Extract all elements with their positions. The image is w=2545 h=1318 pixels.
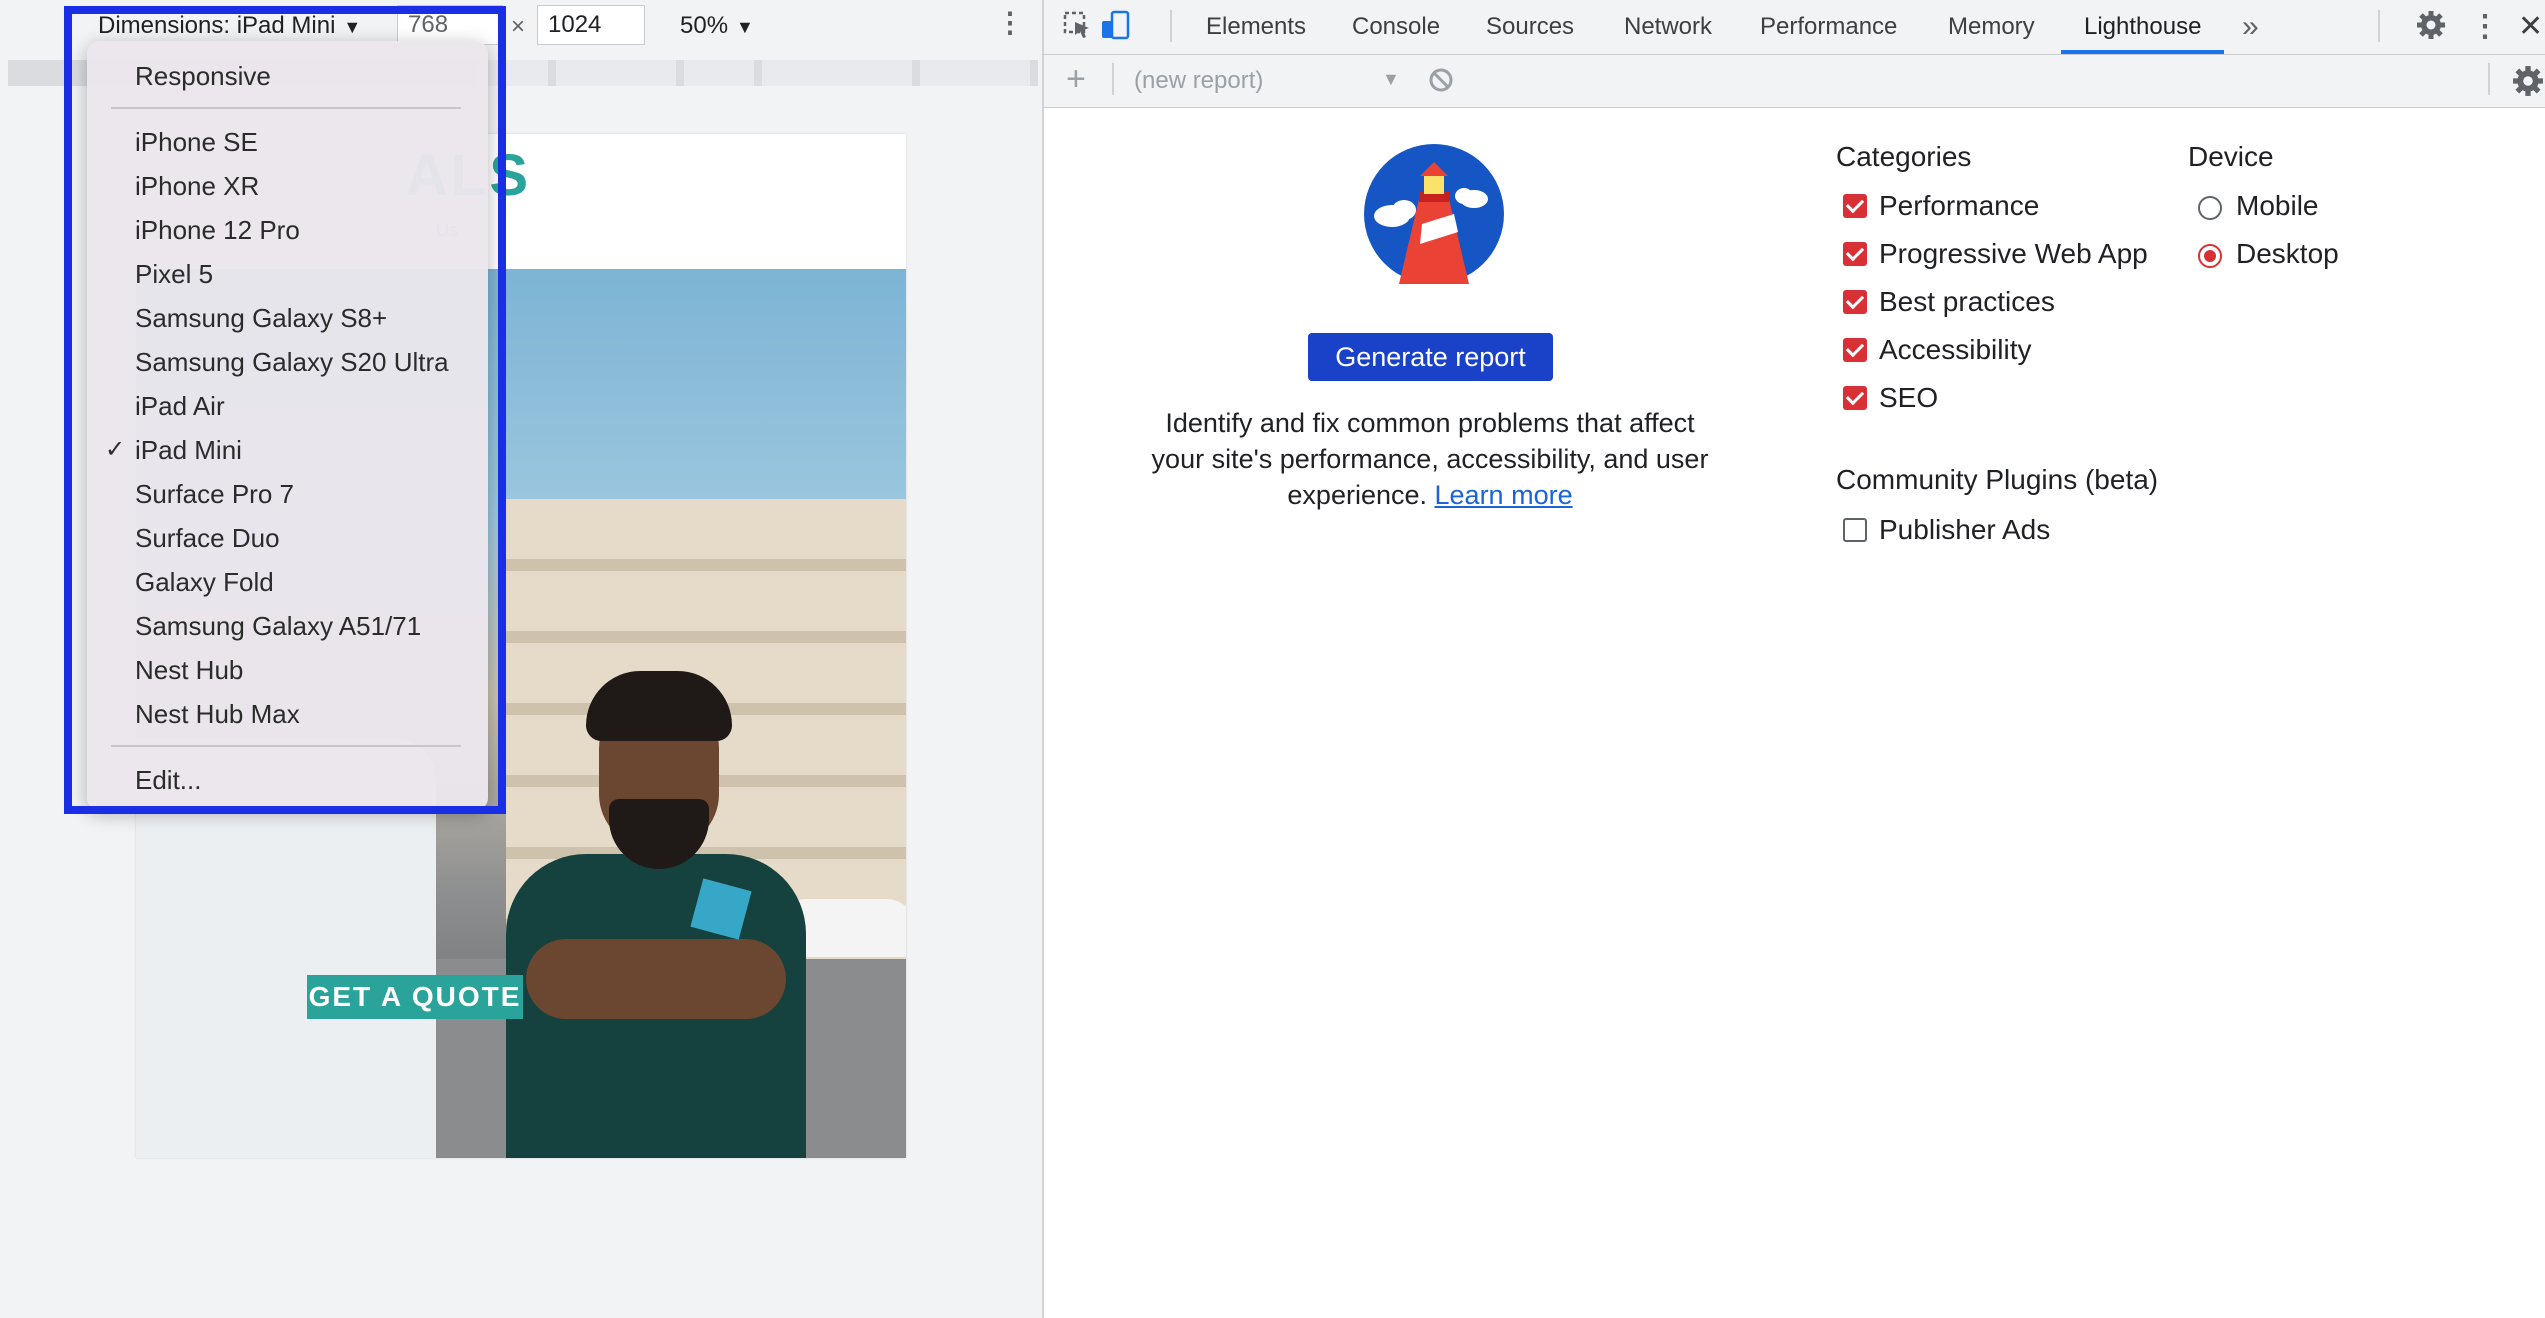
menu-item-pixel-5[interactable]: Pixel 5 <box>135 259 213 289</box>
desktop-radio[interactable] <box>2198 244 2222 268</box>
toolbar-separator <box>2378 10 2380 42</box>
more-options-icon[interactable]: ⋮ <box>996 8 1024 38</box>
best-practices-checkbox[interactable] <box>1843 290 1867 314</box>
toolbar-separator <box>1112 63 1114 95</box>
width-input[interactable]: 768 <box>397 5 503 45</box>
devtools-tabbar: Elements Console Sources Network Perform… <box>1044 0 2545 55</box>
menu-item-responsive[interactable]: Responsive <box>135 61 271 91</box>
menu-item-surface-pro-7[interactable]: Surface Pro 7 <box>135 479 294 509</box>
active-tab-indicator <box>2061 50 2224 54</box>
tab-memory[interactable]: Memory <box>1948 0 2035 54</box>
menu-item-iphone-se[interactable]: iPhone SE <box>135 127 258 157</box>
person-hair <box>586 671 732 741</box>
publisher-ads-label[interactable]: Publisher Ads <box>1879 514 2050 546</box>
device-toolbar-icon[interactable] <box>1100 10 1130 40</box>
devtools-panel: Elements Console Sources Network Perform… <box>1044 0 2545 1318</box>
community-plugins-title: Community Plugins (beta) <box>1836 464 2159 495</box>
device-dropdown-menu: Responsive iPhone SE iPhone XR iPhone 12… <box>87 41 488 810</box>
settings-gear-icon[interactable] <box>2416 10 2446 40</box>
tab-lighthouse[interactable]: Lighthouse <box>2084 0 2201 54</box>
best-practices-label[interactable]: Best practices <box>1879 286 2055 318</box>
dimensions-label: Dimensions: iPad Mini <box>98 12 336 39</box>
desktop-label[interactable]: Desktop <box>2236 238 2339 270</box>
menu-separator <box>111 107 461 109</box>
menu-item-nest-hub[interactable]: Nest Hub <box>135 655 243 685</box>
menu-item-samsung-galaxy-a51-71[interactable]: Samsung Galaxy A51/71 <box>135 611 421 641</box>
add-report-icon[interactable]: + <box>1066 61 1086 97</box>
menu-item-ipad-air[interactable]: iPad Air <box>135 391 225 421</box>
pwa-checkbox[interactable] <box>1843 242 1867 266</box>
tab-sources[interactable]: Sources <box>1486 0 1574 54</box>
menu-item-edit[interactable]: Edit... <box>135 765 201 795</box>
lighthouse-toolbar: + (new report) ▼ <box>1044 55 2545 108</box>
caret-down-icon[interactable]: ▼ <box>1382 69 1400 90</box>
tab-console[interactable]: Console <box>1352 0 1440 54</box>
lighthouse-description: Identify and fix common problems that af… <box>1150 405 1710 513</box>
caret-down-icon: ▼ <box>343 17 362 37</box>
menu-item-galaxy-fold[interactable]: Galaxy Fold <box>135 567 274 597</box>
menu-item-iphone-xr[interactable]: iPhone XR <box>135 171 259 201</box>
ruler-segment[interactable] <box>684 60 754 86</box>
ruler-segment[interactable] <box>920 60 1030 86</box>
learn-more-link[interactable]: Learn more <box>1435 480 1573 510</box>
menu-separator <box>111 745 461 747</box>
dimension-times-label: × <box>511 13 526 40</box>
clear-all-icon[interactable] <box>1428 67 1454 93</box>
device-title: Device <box>2188 141 2274 172</box>
tab-performance[interactable]: Performance <box>1760 0 1897 54</box>
dimensions-select[interactable]: Dimensions: iPad Mini ▼ <box>98 11 361 42</box>
lighthouse-logo-icon <box>1364 144 1504 284</box>
performance-label[interactable]: Performance <box>1879 190 2039 222</box>
description-text: Identify and fix common problems that af… <box>1151 408 1709 510</box>
device-emulation-pane: Dimensions: iPad Mini ▼ 768 × 1024 50% ▼ ⋮… <box>0 0 1042 1318</box>
toolbar-separator <box>1170 10 1172 42</box>
menu-item-samsung-galaxy-s8-plus[interactable]: Samsung Galaxy S8+ <box>135 303 387 333</box>
close-icon[interactable]: ✕ <box>2518 0 2543 54</box>
publisher-ads-checkbox[interactable] <box>1843 518 1867 542</box>
person-arms <box>526 939 786 1019</box>
devtools-menu-icon[interactable]: ⋮ <box>2470 0 2500 54</box>
tab-elements[interactable]: Elements <box>1206 0 1306 54</box>
categories-title: Categories <box>1836 141 1972 172</box>
menu-item-nest-hub-max[interactable]: Nest Hub Max <box>135 699 300 729</box>
caret-down-icon: ▼ <box>736 17 754 37</box>
toolbar-separator <box>2488 63 2490 95</box>
performance-checkbox[interactable] <box>1843 194 1867 218</box>
seo-label[interactable]: SEO <box>1879 382 1938 414</box>
tab-network[interactable]: Network <box>1624 0 1712 54</box>
ruler-segment[interactable] <box>762 60 912 86</box>
generate-report-button[interactable]: Generate report <box>1308 333 1553 381</box>
ruler-segment[interactable] <box>556 60 676 86</box>
mobile-radio[interactable] <box>2198 196 2222 220</box>
ruler-segment[interactable] <box>478 60 548 86</box>
accessibility-label[interactable]: Accessibility <box>1879 334 2031 366</box>
report-select[interactable]: (new report) <box>1134 67 1263 95</box>
mobile-label[interactable]: Mobile <box>2236 190 2318 222</box>
pwa-label[interactable]: Progressive Web App <box>1879 238 2148 270</box>
person-photo-area <box>506 671 806 1158</box>
seo-checkbox[interactable] <box>1843 386 1867 410</box>
menu-item-iphone-12-pro[interactable]: iPhone 12 Pro <box>135 215 300 245</box>
checkmark-icon: ✓ <box>105 436 126 463</box>
zoom-label: 50% <box>680 12 729 39</box>
height-input[interactable]: 1024 <box>537 5 645 45</box>
more-tabs-icon[interactable]: » <box>2242 0 2259 54</box>
get-a-quote-button[interactable]: GET A QUOTE <box>307 975 523 1019</box>
inspect-element-icon[interactable] <box>1062 10 1092 40</box>
accessibility-checkbox[interactable] <box>1843 338 1867 362</box>
menu-item-ipad-mini[interactable]: iPad Mini <box>135 435 242 465</box>
zoom-select[interactable]: 50% ▼ <box>680 11 754 42</box>
menu-item-surface-duo[interactable]: Surface Duo <box>135 523 280 553</box>
menu-item-samsung-galaxy-s20-ultra[interactable]: Samsung Galaxy S20 Ultra <box>135 347 449 377</box>
lighthouse-settings-gear-icon[interactable] <box>2512 65 2544 97</box>
